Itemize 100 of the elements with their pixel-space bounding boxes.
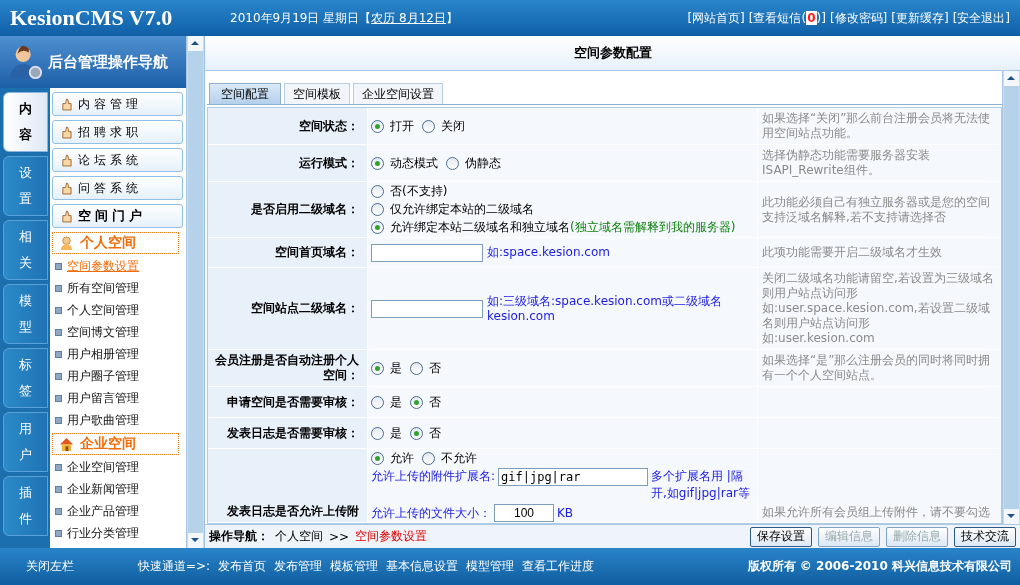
- radio-button[interactable]: [410, 395, 423, 409]
- action-button[interactable]: 技术交流: [954, 526, 1016, 547]
- side-tab[interactable]: 用户: [3, 412, 48, 472]
- breadcrumb-separator: >>: [329, 529, 350, 544]
- note-text: 关闭二级域名功能请留空,若设置为三级域名则用户站点访问形: [762, 271, 995, 301]
- footer-link[interactable]: 模型管理: [466, 558, 515, 575]
- radio-button[interactable]: [371, 426, 384, 440]
- date-text: 2010年9月19日 星期日【: [230, 9, 372, 27]
- input-field[interactable]: 100: [494, 504, 554, 522]
- bullet-icon: [55, 328, 62, 336]
- close-sidebar-link[interactable]: 关闭左栏: [26, 558, 74, 575]
- option-label: 不允许: [441, 451, 477, 466]
- side-tab[interactable]: 相关: [3, 220, 48, 280]
- radio-button[interactable]: [371, 221, 384, 234]
- radio-button[interactable]: [410, 361, 423, 375]
- menu-link[interactable]: 企业空间管理: [67, 458, 139, 476]
- bullet-icon: [55, 529, 62, 537]
- option-label: 伪静态: [465, 155, 501, 171]
- option-label: 是: [390, 360, 402, 376]
- menu-link[interactable]: 所有空间管理: [67, 279, 139, 297]
- note-text: 选择伪静态功能需要服务器安装ISAPI_Rewrite组件。: [762, 148, 931, 178]
- section-header: 个人空间: [52, 232, 179, 254]
- radio-button[interactable]: [446, 156, 459, 170]
- menu-link[interactable]: 企业产品管理: [67, 502, 139, 520]
- section-header: 企业空间: [52, 433, 179, 455]
- menu-link[interactable]: 用户相册管理: [67, 345, 139, 363]
- side-tab[interactable]: 插件: [3, 476, 48, 536]
- radio-button[interactable]: [371, 203, 384, 216]
- field-label: 申请空间是否需要审核：: [227, 394, 359, 410]
- footer-link[interactable]: 模板管理: [330, 558, 379, 575]
- breadcrumb-label: 操作导航：: [209, 528, 269, 545]
- menu-button[interactable]: 内容管理: [52, 92, 183, 116]
- thumbs-up-icon: [61, 125, 72, 139]
- menu-button[interactable]: 论坛系统: [52, 148, 183, 172]
- bullet-icon: [55, 394, 62, 402]
- lunar-date-link[interactable]: 农历 8月12日: [371, 9, 446, 27]
- footer-link[interactable]: 发布管理: [274, 558, 323, 575]
- bullet-icon: [55, 306, 62, 314]
- radio-button[interactable]: [410, 426, 423, 440]
- tab[interactable]: 空间模板: [284, 83, 350, 104]
- option-label: 动态模式: [390, 155, 438, 171]
- field-label: 会员注册是否自动注册个人空间：: [214, 353, 359, 383]
- scrollbar[interactable]: [186, 36, 204, 548]
- menu-button[interactable]: 招聘求职: [52, 120, 183, 144]
- header-link[interactable]: [查看短信(0)]: [748, 9, 826, 27]
- header-link[interactable]: [安全退出]: [952, 9, 1010, 27]
- thumbs-up-icon: [61, 153, 72, 167]
- person-icon: [59, 235, 74, 251]
- radio-button[interactable]: [371, 361, 384, 375]
- note-text: 如:user.space.kesion.com,若设置二级域名则用户站点访问形: [762, 301, 991, 331]
- radio-button[interactable]: [422, 119, 435, 133]
- radio-button[interactable]: [371, 185, 384, 198]
- bullet-icon: [55, 350, 62, 358]
- option-label: 否: [429, 425, 441, 441]
- copyright-text: 版权所有 © 2006-2010 科兴信息技术有限公司: [747, 558, 1012, 575]
- side-tab[interactable]: 设置: [3, 156, 48, 216]
- logo: KesionCMS V7.0: [10, 5, 174, 31]
- side-tab[interactable]: 模型: [3, 284, 48, 344]
- radio-button[interactable]: [371, 119, 384, 133]
- footer-link[interactable]: 查看工作进度: [522, 558, 595, 575]
- radio-button[interactable]: [422, 452, 435, 465]
- menu-link[interactable]: 行业分类管理: [67, 524, 139, 542]
- menu-link[interactable]: 用户圈子管理: [67, 367, 139, 385]
- option-label: 否(不支持): [390, 184, 448, 199]
- note-text: 如果选择“关闭”那么前台注册会员将无法使用空间站点功能。: [762, 111, 992, 141]
- radio-button[interactable]: [371, 395, 384, 409]
- nav-title: 后台管理操作导航: [48, 52, 168, 72]
- input-field[interactable]: [371, 299, 483, 318]
- radio-button[interactable]: [371, 452, 384, 465]
- menu-link[interactable]: 用户歌曲管理: [67, 411, 139, 429]
- date-text: 】: [446, 9, 458, 27]
- scrollbar[interactable]: [1002, 71, 1020, 524]
- menu-link[interactable]: 空间博文管理: [67, 323, 139, 341]
- header-link[interactable]: [修改密码]: [829, 9, 888, 27]
- option-label: 允许: [390, 451, 414, 466]
- menu-button[interactable]: 问答系统: [52, 176, 183, 200]
- bullet-icon: [55, 416, 62, 424]
- side-tab[interactable]: 内容: [3, 92, 48, 152]
- side-tab[interactable]: 标签: [3, 348, 48, 408]
- quick-links-label: 快速通道=>:: [138, 558, 211, 575]
- tab[interactable]: 企业空间设置: [353, 83, 443, 104]
- thumbs-up-icon: [61, 209, 72, 223]
- footer-link[interactable]: 基本信息设置: [386, 558, 459, 575]
- menu-link[interactable]: 企业新闻管理: [67, 480, 139, 498]
- radio-button[interactable]: [371, 156, 384, 170]
- header-link[interactable]: [更新缓存]: [891, 9, 949, 27]
- header-link[interactable]: [网站首页]: [687, 9, 745, 27]
- footer-link[interactable]: 发布首页: [218, 558, 267, 575]
- bullet-icon: [55, 372, 62, 380]
- note-text: 如:user.kesion.com: [762, 331, 876, 346]
- tab[interactable]: 空间配置: [209, 83, 281, 104]
- input-field[interactable]: gif|jpg|rar: [498, 468, 649, 486]
- action-button[interactable]: 保存设置: [750, 526, 812, 547]
- menu-link[interactable]: 用户留言管理: [67, 389, 139, 407]
- option-label: 仅允许绑定本站的二级域名: [390, 202, 534, 217]
- menu-link[interactable]: 个人空间管理: [67, 301, 139, 319]
- menu-button[interactable]: 空间门户: [52, 204, 183, 228]
- bullet-icon: [55, 507, 62, 515]
- bullet-icon: [55, 262, 62, 270]
- input-field[interactable]: [371, 243, 483, 262]
